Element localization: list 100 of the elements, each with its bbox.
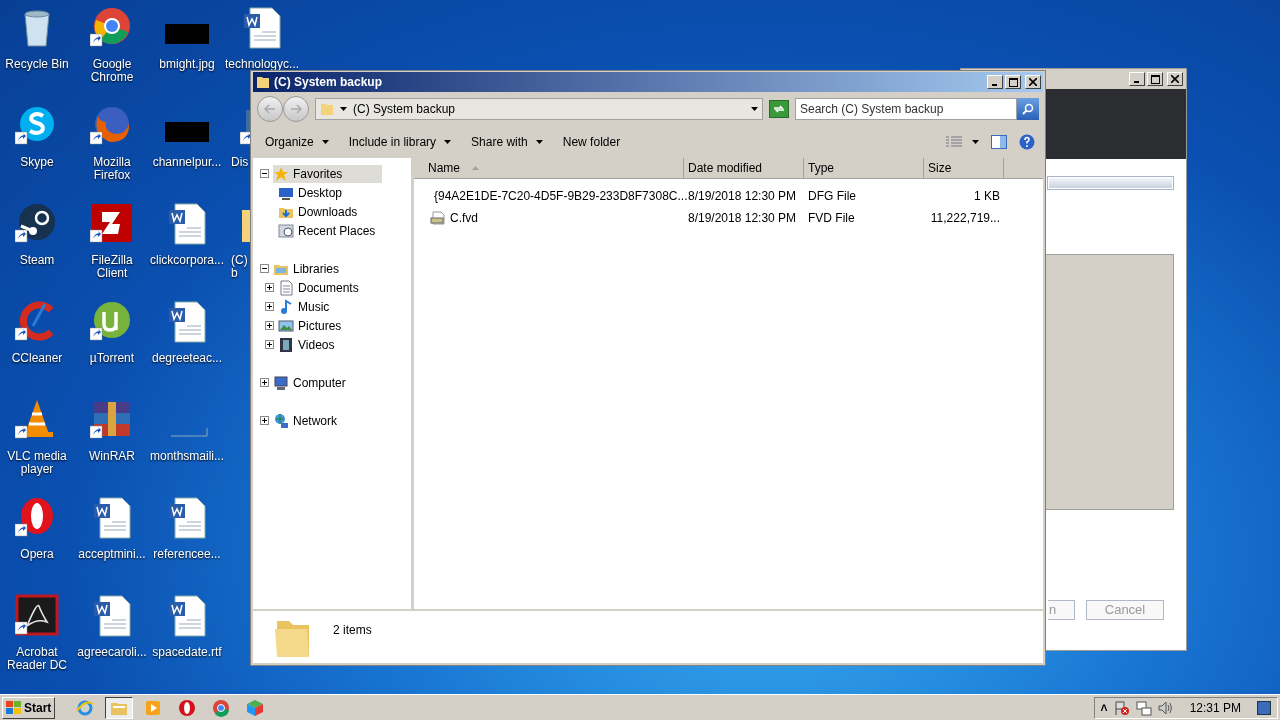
- dropdown-caret-icon: [751, 107, 758, 111]
- start-button[interactable]: Start: [2, 696, 56, 719]
- pictures-icon: [278, 317, 294, 334]
- close-icon: [1029, 78, 1037, 86]
- folder-icon: [320, 102, 334, 116]
- icon-label: µTorrent: [88, 352, 136, 365]
- windows-logo-icon: [6, 700, 22, 715]
- file-name[interactable]: C.fvd: [450, 209, 478, 227]
- refresh-button[interactable]: [769, 100, 789, 118]
- toolbar-button[interactable]: New folder: [554, 130, 629, 154]
- app-icon: [144, 698, 163, 717]
- app-icon: [212, 698, 231, 717]
- nav-item[interactable]: Videos: [278, 335, 375, 354]
- icon-label: Recycle Bin: [4, 58, 70, 71]
- address-bar[interactable]: (C) System backup: [315, 98, 763, 120]
- caret-icon: [340, 107, 347, 111]
- flag-icon[interactable]: [1113, 699, 1130, 716]
- preview-pane-icon: [991, 135, 1007, 149]
- documents-icon: [278, 279, 294, 296]
- icon-label: FileZilla Client: [90, 254, 134, 280]
- expand-icon[interactable]: [265, 321, 274, 330]
- icon-label: (C) b: [230, 254, 249, 280]
- icon-label: VLC media player: [6, 450, 68, 476]
- app-icon[interactable]: [15, 594, 59, 638]
- folder-icon: [256, 75, 270, 89]
- expand-icon[interactable]: [265, 283, 274, 292]
- close-button[interactable]: [1167, 72, 1183, 86]
- toolbar-button[interactable]: Organize: [257, 130, 337, 154]
- nav-item[interactable]: Favorites: [273, 164, 383, 183]
- file-name[interactable]: {94A2E1DE-7C20-4D5F-9B29-233D8F7308C...: [434, 187, 688, 205]
- icon-label: monthsmaili...: [150, 450, 224, 463]
- table-cell-text: 1 KB: [973, 188, 1001, 205]
- recent-icon: [278, 222, 294, 239]
- toolbar-button[interactable]: Include in library: [340, 130, 460, 154]
- nav-item[interactable]: Computer: [273, 373, 386, 392]
- caret-icon: [972, 140, 979, 144]
- volume-icon[interactable]: [1157, 699, 1174, 716]
- sort-arrow-icon: [472, 166, 479, 170]
- column-header[interactable]: Size: [924, 158, 1004, 179]
- caret-icon: [535, 140, 543, 144]
- icon-label: channelpur...: [151, 156, 223, 169]
- videos-icon: [278, 336, 294, 353]
- nav-item[interactable]: Music: [278, 297, 370, 316]
- icon-label: technologyc...: [225, 58, 299, 71]
- column-header[interactable]: Name: [414, 158, 684, 179]
- icon-label: Steam: [18, 254, 56, 267]
- icon-label: spacedate.rtf: [151, 646, 223, 659]
- collapse-icon[interactable]: [260, 264, 269, 273]
- icon-label: agreecaroli...: [76, 646, 148, 659]
- disk-file-icon: [430, 210, 446, 226]
- search-field[interactable]: Search (C) System backup: [795, 98, 1017, 120]
- network-icon: [273, 412, 289, 429]
- nav-item[interactable]: Pictures: [278, 316, 382, 335]
- nav-item[interactable]: Desktop: [278, 183, 383, 202]
- minimize-button[interactable]: [987, 75, 1003, 89]
- music-icon: [278, 298, 294, 315]
- maximize-icon: [1150, 74, 1160, 84]
- icon-label: Skype: [19, 156, 55, 169]
- minimize-button[interactable]: [1129, 72, 1145, 86]
- app-icon[interactable]: [90, 202, 134, 246]
- expand-icon[interactable]: [265, 340, 274, 349]
- collapse-icon[interactable]: [260, 169, 269, 178]
- expand-icon[interactable]: [260, 378, 269, 387]
- icon-label: degreeteac...: [150, 352, 224, 365]
- taskbar-app-button[interactable]: [105, 696, 134, 719]
- nav-item[interactable]: Network: [273, 411, 377, 430]
- nav-item[interactable]: Libraries: [273, 259, 380, 278]
- nav-item[interactable]: Downloads: [278, 202, 398, 221]
- show-desktop-button[interactable]: [1257, 700, 1271, 715]
- icon-label: Mozilla Firefox: [92, 156, 132, 182]
- network-icon[interactable]: [1135, 699, 1152, 716]
- expand-icon[interactable]: [265, 302, 274, 311]
- nav-item[interactable]: Documents: [278, 278, 399, 297]
- icon-label: WinRAR: [88, 450, 136, 463]
- toolbar-button[interactable]: Share with: [463, 130, 551, 154]
- search-button[interactable]: [1017, 98, 1039, 120]
- maximize-button[interactable]: [1147, 72, 1163, 86]
- close-icon: [1171, 75, 1179, 83]
- app-icon: [178, 698, 197, 717]
- maximize-icon: [1008, 77, 1018, 87]
- expand-icon[interactable]: [260, 416, 269, 425]
- icon-label: Acrobat Reader DC: [6, 646, 68, 672]
- icon-label: Google Chrome: [89, 58, 135, 84]
- maximize-button[interactable]: [1005, 75, 1021, 89]
- close-button[interactable]: [1025, 75, 1041, 89]
- icon-label: bmight.jpg: [158, 58, 216, 71]
- icon-label: referencee...: [152, 548, 222, 561]
- back-arrow-icon: [264, 104, 276, 114]
- column-header[interactable]: Date modified: [684, 158, 804, 179]
- app-icon: [76, 698, 95, 717]
- nav-item[interactable]: Recent Places: [278, 221, 416, 240]
- clock[interactable]: 12:31 PM: [1179, 698, 1251, 717]
- show-hidden-icons-button[interactable]: ˄: [1100, 698, 1108, 717]
- refresh-icon: [773, 104, 785, 114]
- table-cell-text: DFG File: [807, 188, 857, 205]
- search-icon: [1022, 103, 1034, 115]
- forward-arrow-icon: [290, 104, 302, 114]
- column-header[interactable]: Type: [804, 158, 924, 179]
- details-view-icon: [946, 136, 962, 148]
- table-cell-text: 8/19/2018 12:30 PM: [687, 188, 798, 205]
